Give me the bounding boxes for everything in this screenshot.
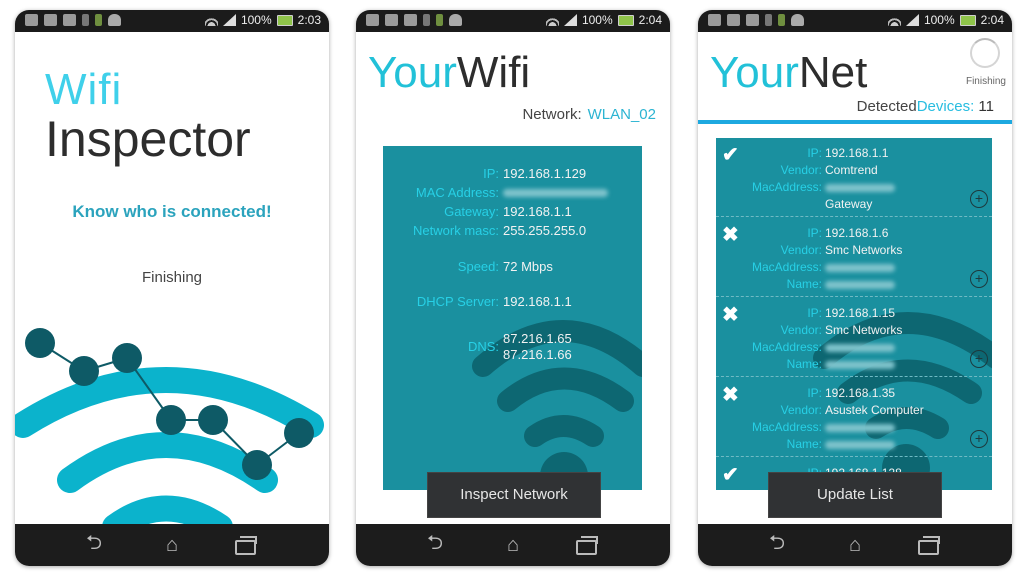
battery-percent: 100% (923, 13, 955, 27)
wifi-icon (887, 14, 901, 26)
clock: 2:03 (297, 13, 321, 27)
battery-icon (617, 14, 634, 26)
expand-plus-icon[interactable]: + (970, 350, 988, 368)
info-ip: IP: 192.168.1.129 (483, 166, 587, 181)
gallery-icon (25, 14, 38, 26)
info-dns-2: 87.216.1.66 (503, 347, 572, 362)
info-mac: MAC Address: (383, 185, 642, 200)
debug-icon (436, 14, 443, 26)
app-title-wifi: Wifi (45, 65, 123, 114)
inspect-network-button[interactable]: Inspect Network (427, 472, 601, 518)
device-list[interactable]: ✔ IP: 192.168.1.1 Vendor: Comtrend MacAddr… (716, 138, 992, 490)
recents-icon[interactable] (235, 535, 265, 555)
network-info-card: IP: 192.168.1.129 MAC Address: Gateway: 19… (383, 146, 642, 490)
battery-icon (959, 14, 976, 26)
detected-count: 11 (978, 98, 994, 115)
device-item[interactable]: ✖ IP: 192.168.1.6 Vendor: Smc Networks Mac… (716, 218, 992, 297)
title-part-your: Your (368, 48, 457, 97)
redacted-value (503, 189, 608, 197)
clock: 2:04 (980, 13, 1004, 27)
info-gateway: Gateway: 192.168.1.1 (444, 204, 572, 219)
home-icon[interactable]: ⌂ (498, 534, 528, 557)
recents-icon[interactable] (918, 535, 948, 555)
page-title: YourWifi (368, 48, 530, 98)
update-list-button[interactable]: Update List (768, 472, 942, 518)
expand-plus-icon[interactable]: + (970, 430, 988, 448)
phone-screen-yourwifi: 100% 2:04 YourWifi Network: WLAN_02 IP: 19… (356, 10, 670, 566)
device-item[interactable]: ✖ IP: 192.168.1.15 Vendor: Smc Networks Ma… (716, 298, 992, 377)
navigation-bar: ⮌ ⌂ (356, 524, 670, 566)
debug-icon (778, 14, 785, 26)
progress-bar (698, 120, 1012, 124)
info-netmask: Network masc: 255.255.255.0 (413, 223, 587, 238)
signal-icon (905, 14, 919, 26)
gallery-icon (366, 14, 379, 26)
phone-screen-yournet: 100% 2:04 YourNet Finishing DetectedDevi… (698, 10, 1012, 566)
expand-plus-icon[interactable]: + (970, 190, 988, 208)
usb-icon (82, 14, 89, 26)
android-icon (791, 14, 804, 26)
debug-icon (95, 14, 102, 26)
expand-plus-icon[interactable]: + (970, 270, 988, 288)
wifi-icon (204, 14, 218, 26)
wifi-network-logo-icon (15, 328, 324, 535)
recents-icon[interactable] (576, 535, 606, 555)
camera-icon (746, 14, 759, 26)
mail-icon (385, 14, 398, 26)
mail-icon (44, 14, 57, 26)
navigation-bar: ⮌ ⌂ (15, 524, 329, 566)
network-value: WLAN_02 (587, 106, 656, 123)
usb-icon (423, 14, 430, 26)
device-item[interactable]: ✖ IP: 192.168.1.35 Vendor: Asustek Compute… (716, 378, 992, 457)
battery-icon (276, 14, 293, 26)
gallery-icon (708, 14, 721, 26)
network-name: Network: WLAN_02 (522, 106, 656, 123)
camera-icon (63, 14, 76, 26)
home-icon[interactable]: ⌂ (840, 534, 870, 557)
phone-screen-splash: 100% 2:03 Wifi Inspector Know who is con… (15, 10, 329, 566)
navigation-bar: ⮌ ⌂ (698, 524, 1012, 566)
spinner-label: Finishing (965, 76, 1006, 87)
mail-icon (727, 14, 740, 26)
battery-percent: 100% (581, 13, 613, 27)
home-icon[interactable]: ⌂ (157, 534, 187, 557)
page-title: YourNet (710, 48, 867, 98)
detected-label-b: Devices: (916, 98, 975, 115)
signal-icon (563, 14, 577, 26)
title-part-wifi: Wifi (456, 48, 531, 97)
title-part-net: Net (798, 48, 868, 97)
clock: 2:04 (638, 13, 662, 27)
camera-icon (404, 14, 417, 26)
app-title-inspector: Inspector (45, 111, 251, 167)
usb-icon (765, 14, 772, 26)
battery-percent: 100% (240, 13, 272, 27)
detected-label-a: Detected (856, 98, 917, 115)
back-icon[interactable]: ⮌ (762, 528, 792, 562)
title-part-your: Your (710, 48, 799, 97)
android-icon (108, 14, 121, 26)
back-icon[interactable]: ⮌ (420, 528, 450, 562)
info-speed: Speed: 72 Mbps (457, 259, 553, 274)
status-bar: 100% 2:03 (15, 10, 329, 32)
info-dhcp: DHCP Server: 192.168.1.1 (416, 294, 572, 309)
network-label: Network: (522, 106, 582, 123)
loading-spinner-icon (970, 38, 1000, 68)
device-item[interactable]: ✔ IP: 192.168.1.1 Vendor: Comtrend MacAddr… (716, 138, 992, 217)
back-icon[interactable]: ⮌ (79, 528, 109, 562)
loading-status: Finishing (141, 269, 203, 286)
status-bar: 100% 2:04 (698, 10, 1012, 32)
android-icon (449, 14, 462, 26)
status-bar: 100% 2:04 (356, 10, 670, 32)
signal-icon (222, 14, 236, 26)
detected-devices: DetectedDevices: 11 (857, 98, 994, 115)
tagline: Know who is connected! (72, 202, 272, 221)
wifi-icon (545, 14, 559, 26)
